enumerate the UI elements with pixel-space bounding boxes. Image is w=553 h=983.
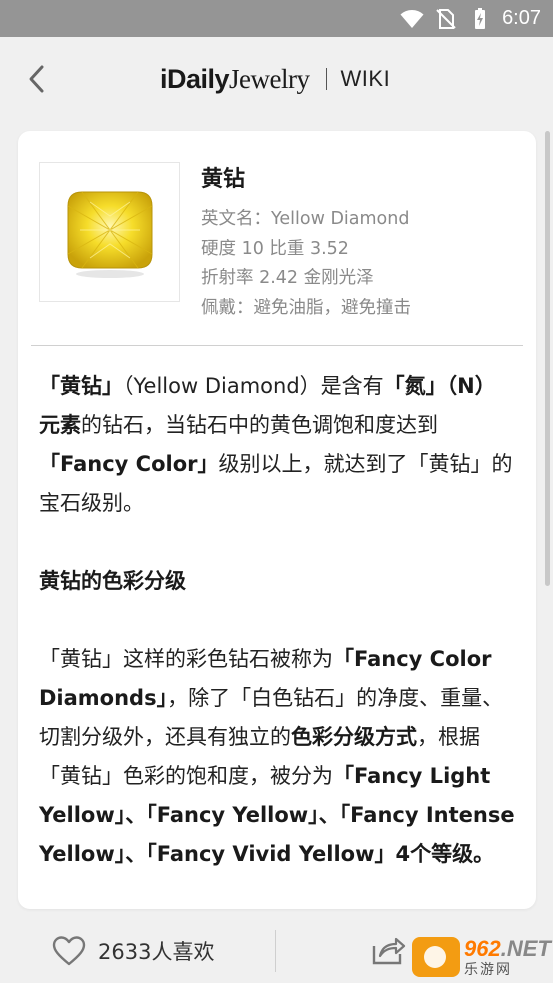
like-count-label: 人喜欢 [151,940,215,964]
like-count: 2633人喜欢 [98,936,214,966]
like-count-number: 2633 [98,940,152,964]
chevron-left-icon [27,64,45,94]
wifi-icon [400,7,424,31]
brand-logo-part2: Jewelry [229,63,310,94]
back-button[interactable] [20,59,52,99]
no-sim-icon [434,7,458,31]
watermark-domain-number: 962 [464,935,501,961]
gem-name: 黄钻 [201,167,246,192]
brand-logo: iDailyJewelry [160,64,310,95]
status-bar: 6:07 [0,0,553,37]
brand-separator [325,68,327,90]
section-title: WIKI [340,66,391,91]
gem-image [39,162,180,302]
gem-meta: 英文名：Yellow Diamond 硬度 10 比重 3.52 折射率 2.4… [201,205,521,323]
heart-outline-icon [52,935,86,967]
wiki-card: 黄钻 英文名：Yellow Diamond 硬度 10 比重 3.52 折射率 … [18,131,536,909]
watermark-site-name: 乐游网 [464,961,512,978]
gem-meta-hardness: 硬度 10 比重 3.52 [201,238,349,259]
article-body: 「黄钻」（Yellow Diamond）是含有「氮」（N）元素的钻石，当钻石中的… [39,367,515,874]
text-run: 的钻石，当钻石中的黄色调饱和度达到 [81,413,438,437]
bold-term: 「Fancy Color」 [39,452,219,476]
watermark-text: 962.NET 乐游网 [464,935,551,978]
divider [31,345,523,346]
site-watermark: 962.NET 乐游网 [412,934,551,980]
article-paragraph-2: 「黄钻」这样的彩色钻石被称为「Fancy Color Diamonds」，除了「… [39,640,515,874]
watermark-logo-icon [412,937,460,977]
gem-meta-wearing: 佩戴：避免油脂，避免撞击 [201,297,411,318]
article-paragraph-1: 「黄钻」（Yellow Diamond）是含有「氮」（N）元素的钻石，当钻石中的… [39,367,515,523]
gem-meta-refraction: 折射率 2.42 金刚光泽 [201,268,374,288]
brand-logo-part1: iDaily [160,63,230,94]
bar-separator [275,930,276,972]
bold-term: 「黄钻」 [39,374,123,398]
section-heading: 黄钻的色彩分级 [39,569,186,593]
watermark-domain-tld: .NET [500,935,551,961]
like-button[interactable]: 2633人喜欢 [52,932,214,970]
brand: iDailyJewelry WIKI [160,59,390,99]
share-icon [370,934,406,966]
text-run: 「黄钻」这样的彩色钻石被称为 [39,647,333,671]
share-button[interactable] [368,932,408,968]
gem-meta-english-name: 英文名：Yellow Diamond [201,209,410,229]
yellow-diamond-image [67,191,152,278]
bold-term: 色彩分级方式 [291,725,417,749]
scrollbar[interactable] [545,131,550,586]
status-time: 6:07 [502,7,541,29]
battery-charging-icon [468,7,492,31]
app-header: iDailyJewelry WIKI [0,37,553,122]
watermark-domain: 962.NET [464,935,551,961]
text-run: （Yellow Diamond）是含有 [123,374,384,398]
